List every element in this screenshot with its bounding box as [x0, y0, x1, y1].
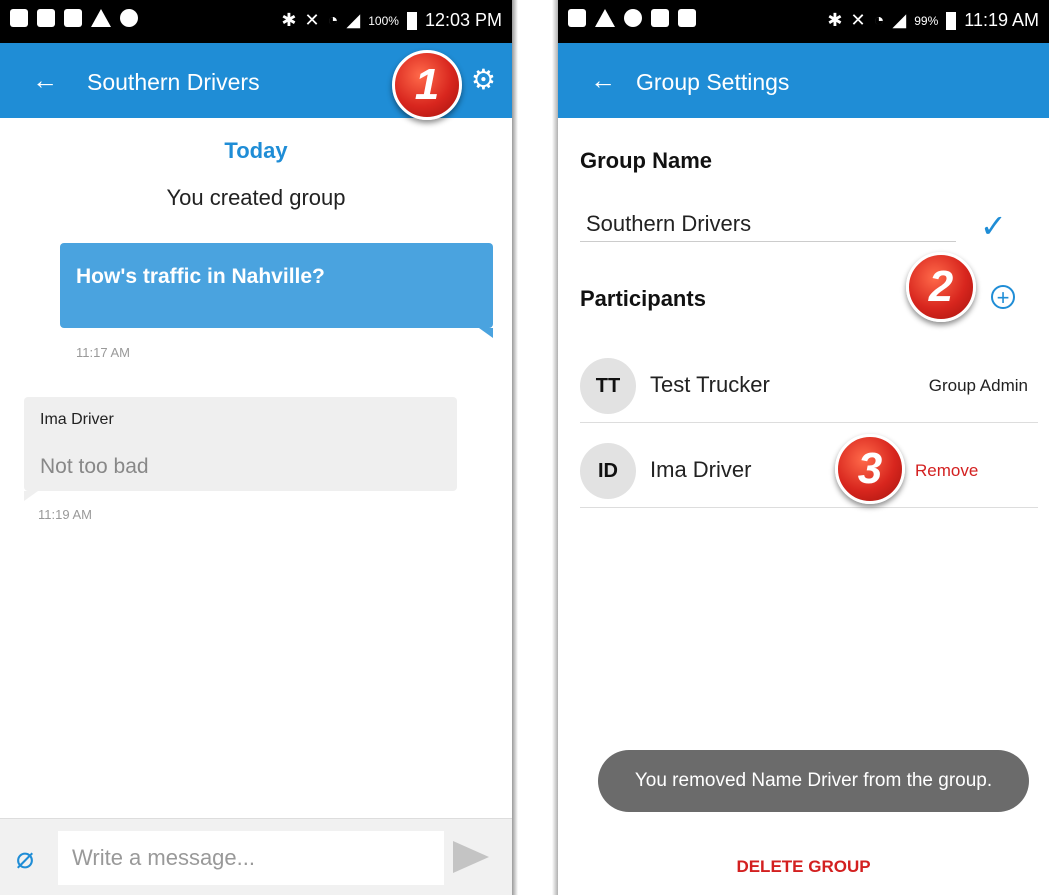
notification-icon [10, 9, 28, 27]
page-title: Southern Drivers [87, 69, 260, 95]
image-icon [568, 9, 586, 27]
participants-label: Participants [580, 286, 706, 311]
date-header: Today [224, 138, 288, 163]
group-settings-screen: ✱ ✕ ◔ ◢ 99% 11:19 AM ← Group Settings Gr… [558, 0, 1049, 895]
status-right: ✱ ✕ ◔ ◢ 99% 11:19 AM [827, 10, 1039, 31]
arrow-left-icon[interactable]: ← [32, 65, 58, 95]
toast-message: You removed Name Driver from the group. [598, 750, 1029, 812]
avatar: ID [580, 443, 636, 499]
clock: 11:19 AM [964, 10, 1039, 30]
callout-badge-1: 1 [392, 50, 462, 120]
gear-icon[interactable]: ⚙ [471, 65, 496, 95]
arrow-left-icon[interactable]: ← [590, 65, 616, 95]
battery-icon [406, 11, 417, 30]
outgoing-message-text: How's traffic in Nahville? [76, 265, 325, 288]
participant-row[interactable]: ID Ima Driver Remove [580, 423, 1038, 508]
participant-role: Group Admin [928, 376, 1028, 395]
warning-icon [91, 9, 111, 27]
notification-icons [568, 9, 696, 27]
divider-shadow [512, 0, 518, 895]
wifi-icon: ◔ [327, 10, 339, 30]
bubble-tail [24, 491, 38, 501]
mute-icon: ✕ [304, 10, 320, 30]
battery-percent: 100% [368, 13, 399, 28]
send-icon[interactable] [453, 841, 489, 873]
battery-percent: 99% [914, 13, 939, 28]
incoming-message-text: Not too bad [40, 455, 149, 478]
status-right: ✱ ✕ ◔ ◢ 100% 12:03 PM [281, 10, 502, 31]
image-icon [64, 9, 82, 27]
callout-badge-2: 2 [906, 252, 976, 322]
app-icon [624, 9, 642, 27]
incoming-message-bubble[interactable]: Ima Driver Not too bad [24, 397, 457, 501]
group-name-input[interactable] [580, 205, 956, 242]
battery-icon [946, 11, 957, 30]
delete-group-button[interactable]: DELETE GROUP [558, 857, 1049, 877]
participant-row[interactable]: TT Test Trucker Group Admin [580, 338, 1038, 423]
participant-name: Test Trucker [650, 372, 770, 397]
remove-participant-button[interactable]: Remove [915, 461, 978, 481]
checkmark-icon[interactable]: ✓ [980, 207, 1007, 245]
bluetooth-icon: ✱ [281, 10, 297, 30]
warning-icon [595, 9, 615, 27]
outgoing-message-time: 11:17 AM [76, 345, 130, 360]
add-participant-icon[interactable]: + [991, 285, 1015, 309]
participant-name: Ima Driver [650, 457, 752, 482]
clock: 12:03 PM [424, 10, 502, 30]
bubble-tail [479, 328, 493, 338]
callout-badge-3: 3 [835, 434, 905, 504]
incoming-message-time: 11:19 AM [38, 507, 92, 522]
app-bar: ← Group Settings [558, 43, 1049, 118]
outgoing-message-bubble[interactable]: How's traffic in Nahville? [60, 243, 493, 338]
status-bar: ✱ ✕ ◔ ◢ 100% 12:03 PM [0, 0, 512, 43]
avatar: TT [580, 358, 636, 414]
paperclip-icon[interactable]: ⌀ [16, 841, 34, 876]
chat-screen: ✱ ✕ ◔ ◢ 100% 12:03 PM ← Southern Drivers… [0, 0, 512, 895]
page-title: Group Settings [636, 69, 790, 95]
mail-icon [37, 9, 55, 27]
bluetooth-icon: ✱ [827, 10, 843, 30]
message-composer: ⌀ [0, 818, 512, 895]
signal-icon: ◢ [346, 10, 361, 30]
message-sender: Ima Driver [40, 411, 114, 428]
clipboard-icon [651, 9, 669, 27]
mute-icon: ✕ [850, 10, 866, 30]
status-bar: ✱ ✕ ◔ ◢ 99% 11:19 AM [558, 0, 1049, 43]
bag-icon [678, 9, 696, 27]
group-name-label: Group Name [580, 148, 713, 173]
message-input[interactable] [58, 831, 444, 885]
wifi-icon: ◔ [873, 10, 885, 30]
signal-icon: ◢ [892, 10, 907, 30]
system-message: You created group [166, 185, 346, 210]
app-icon [120, 9, 138, 27]
notification-icons [10, 9, 138, 27]
